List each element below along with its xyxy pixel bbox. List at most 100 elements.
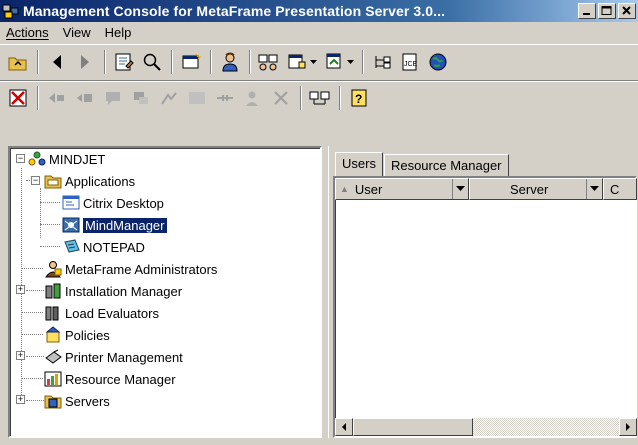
console-app-icon xyxy=(2,4,19,19)
publish-dropdown[interactable] xyxy=(310,50,318,74)
users-button[interactable] xyxy=(218,50,242,74)
tree-root-mindjet[interactable]: MINDJET xyxy=(28,148,105,170)
publish-app-button[interactable] xyxy=(285,50,309,74)
back-button[interactable] xyxy=(45,50,69,74)
user-column-filter-button[interactable] xyxy=(452,179,468,199)
applications-collapse-toggle[interactable]: − xyxy=(31,176,40,185)
scroll-right-button[interactable] xyxy=(619,418,637,436)
console-tree[interactable]: − MINDJET − Applications Citrix Desktop … xyxy=(8,146,322,438)
column-header-c[interactable]: C xyxy=(603,178,637,200)
resource-manager-icon xyxy=(44,370,62,388)
server-column-filter-button[interactable] xyxy=(586,179,602,199)
tree-item-load-evaluators[interactable]: Load Evaluators xyxy=(44,302,159,324)
tree-item-label: Load Evaluators xyxy=(65,305,159,321)
tree-root-label: MINDJET xyxy=(49,151,106,167)
folder-up-button[interactable] xyxy=(6,50,30,74)
menu-view[interactable]: View xyxy=(63,25,91,40)
back-arrow-icon xyxy=(53,54,61,69)
network-button[interactable] xyxy=(370,50,394,74)
printer-management-expand-toggle[interactable]: + xyxy=(16,351,25,360)
minimize-button[interactable] xyxy=(578,3,596,19)
tree-item-label: NOTEPAD xyxy=(83,239,145,255)
notepad-app-icon xyxy=(62,238,80,256)
disconnect-button[interactable] xyxy=(6,86,30,110)
user-remove-button[interactable] xyxy=(241,86,265,110)
delete-icon xyxy=(274,90,288,105)
window-title: Management Console for MetaFrame Present… xyxy=(23,3,446,19)
column-header-server[interactable]: Server xyxy=(469,178,603,200)
menu-bar: Actions View Help xyxy=(0,22,638,42)
scroll-left-button[interactable] xyxy=(335,418,353,436)
tree-item-label: Policies xyxy=(65,327,110,343)
reset-icon xyxy=(161,91,177,105)
delete-button[interactable] xyxy=(269,86,293,110)
jce-button[interactable]: JCE xyxy=(398,50,422,74)
scroll-thumb[interactable] xyxy=(353,418,473,436)
connect-icon xyxy=(77,93,92,102)
tab-resource-manager[interactable]: Resource Manager xyxy=(383,154,509,176)
reset-button[interactable] xyxy=(157,86,181,110)
printer-icon xyxy=(44,348,62,366)
publish-content-button[interactable] xyxy=(322,50,346,74)
folder-icon xyxy=(44,172,62,190)
tree-app-mindmanager[interactable]: MindManager xyxy=(62,214,167,236)
publish-content-dropdown[interactable] xyxy=(347,50,355,74)
network-icon xyxy=(375,55,391,68)
help-button[interactable]: ? xyxy=(347,86,371,110)
search-button[interactable] xyxy=(140,50,164,74)
title-bar[interactable]: Management Console for MetaFrame Present… xyxy=(0,0,638,22)
help-icon: ? xyxy=(351,89,367,106)
tree-app-citrix-desktop[interactable]: Citrix Desktop xyxy=(62,192,164,214)
menu-actions[interactable]: Actions xyxy=(6,25,49,40)
properties-button[interactable] xyxy=(112,50,136,74)
status-icon xyxy=(189,91,205,104)
monitor-button[interactable] xyxy=(308,86,332,110)
tree-item-resource-manager[interactable]: Resource Manager xyxy=(44,368,176,390)
root-collapse-toggle[interactable]: − xyxy=(16,154,25,163)
tree-item-printer-management[interactable]: Printer Management xyxy=(44,346,183,368)
tree-item-label: MetaFrame Administrators xyxy=(65,261,218,277)
monitor-icon xyxy=(309,91,330,104)
users-list[interactable]: ▲ User Server C xyxy=(333,176,637,438)
sessions-button[interactable] xyxy=(257,50,281,74)
column-label: Server xyxy=(510,181,549,197)
new-window-button[interactable] xyxy=(179,50,203,74)
tree-app-notepad[interactable]: NOTEPAD xyxy=(62,236,145,258)
status-button[interactable] xyxy=(185,86,209,110)
tree-item-policies[interactable]: Policies xyxy=(44,324,110,346)
message-icon xyxy=(106,91,120,105)
maximize-button[interactable] xyxy=(598,3,616,19)
tree-item-installation-manager[interactable]: Installation Manager xyxy=(44,280,182,302)
list-header: ▲ User Server C xyxy=(335,178,637,200)
load-evaluators-icon xyxy=(44,304,62,322)
servers-icon xyxy=(44,392,62,410)
logoff-button[interactable] xyxy=(129,86,153,110)
connect-button[interactable] xyxy=(73,86,97,110)
dropdown-arrow-icon xyxy=(456,186,465,191)
publish-content-icon xyxy=(326,53,341,68)
tree-item-servers[interactable]: Servers xyxy=(44,390,110,412)
forward-button[interactable] xyxy=(73,50,97,74)
globe-button[interactable] xyxy=(426,50,450,74)
desktop-app-icon xyxy=(62,194,80,212)
shadow-button[interactable] xyxy=(45,86,69,110)
tree-item-label: Resource Manager xyxy=(65,371,176,387)
horizontal-scrollbar[interactable] xyxy=(335,418,637,436)
tab-users[interactable]: Users xyxy=(335,152,383,176)
close-button[interactable] xyxy=(618,3,636,19)
servers-expand-toggle[interactable]: + xyxy=(16,395,25,404)
tree-item-label: Citrix Desktop xyxy=(83,195,164,211)
tree-item-applications[interactable]: Applications xyxy=(44,170,135,192)
tree-item-label: Installation Manager xyxy=(65,283,183,299)
message-button[interactable] xyxy=(101,86,125,110)
shadow-icon xyxy=(49,92,64,103)
menu-help[interactable]: Help xyxy=(105,25,132,40)
globe-icon xyxy=(429,53,447,70)
sessions-icon xyxy=(258,54,278,70)
link-button[interactable] xyxy=(213,86,237,110)
disconnect-icon xyxy=(9,89,27,106)
installation-manager-expand-toggle[interactable]: + xyxy=(16,285,25,294)
search-icon xyxy=(143,53,161,71)
tree-item-metaframe-administrators[interactable]: MetaFrame Administrators xyxy=(44,258,217,280)
column-header-user[interactable]: ▲ User xyxy=(335,178,469,200)
